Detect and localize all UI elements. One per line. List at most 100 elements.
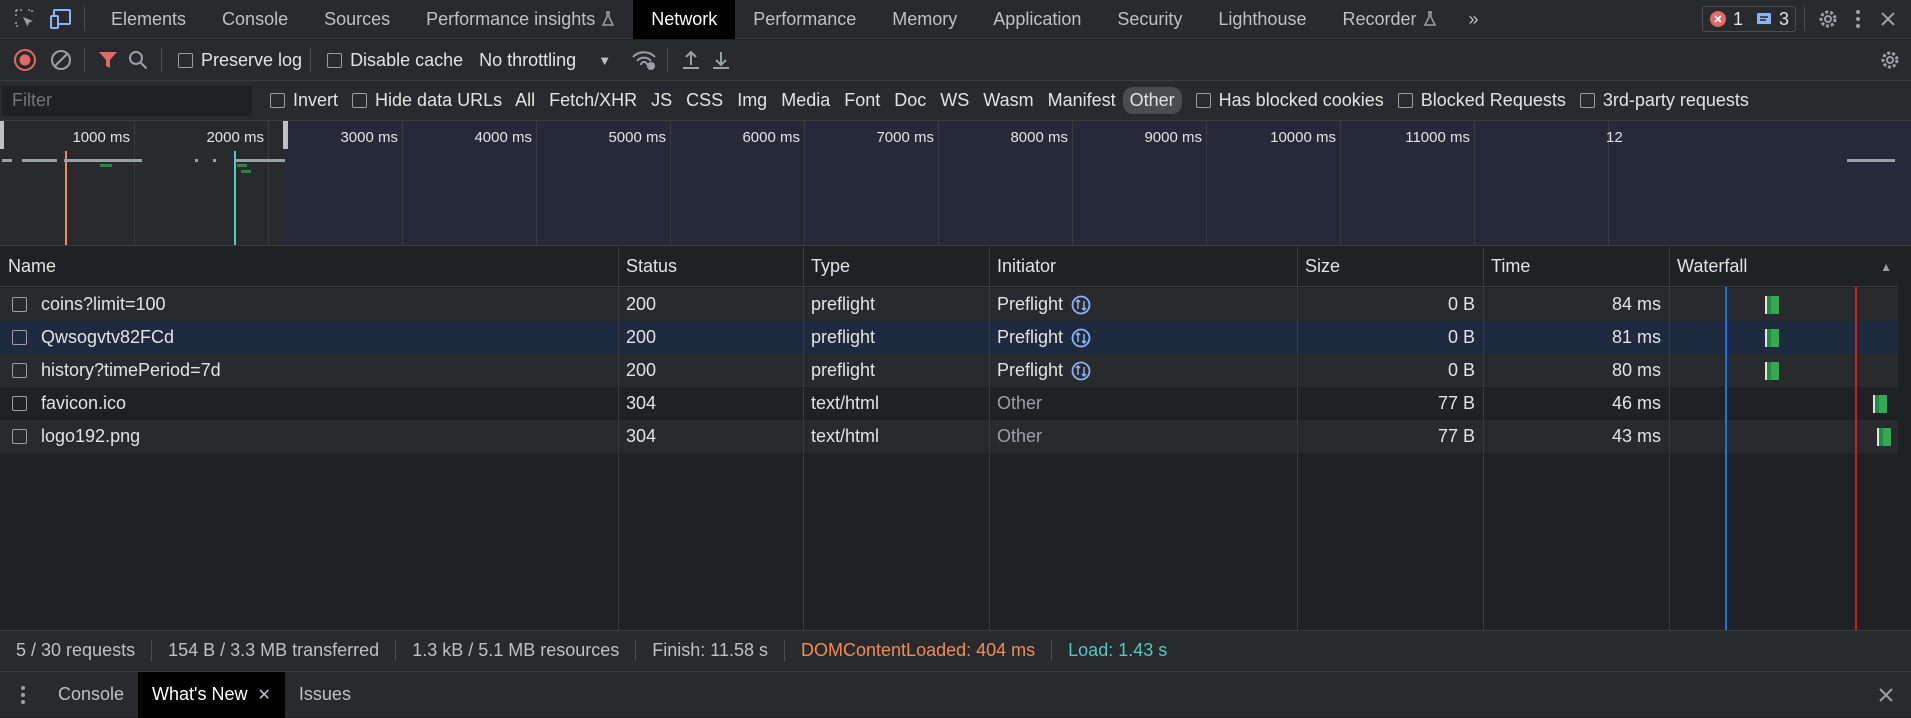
clear-icon[interactable] [46, 45, 76, 75]
overview-request-bar [1847, 159, 1895, 162]
request-name: history?timePeriod=7d [41, 360, 221, 380]
name-cell[interactable]: Qwsogvtv82FCd [0, 321, 618, 354]
column-divider[interactable] [1483, 247, 1484, 630]
column-header-time[interactable]: Time [1483, 247, 1669, 287]
record-stop-icon[interactable] [10, 45, 40, 75]
more-tabs-icon[interactable]: » [1455, 0, 1493, 39]
drawer-menu-icon[interactable] [8, 680, 38, 710]
inspect-element-icon[interactable] [10, 4, 40, 34]
tab-memory[interactable]: Memory [874, 0, 975, 39]
third-party-requests-checkbox[interactable]: 3rd-party requests [1579, 90, 1749, 111]
overview-right-handle[interactable] [283, 121, 288, 149]
column-header-waterfall[interactable]: Waterfall ▲ [1669, 247, 1898, 287]
table-scrollbar-gutter[interactable] [1898, 247, 1911, 630]
filter-type-wasm[interactable]: Wasm [976, 87, 1040, 114]
settings-gear-icon[interactable] [1813, 4, 1843, 34]
table-row[interactable]: coins?limit=100 200 preflight Preflight 0 B 8… [0, 288, 1898, 321]
initiator-cell[interactable]: Preflight [989, 321, 1297, 354]
export-har-download-icon[interactable] [706, 45, 736, 75]
column-header-initiator[interactable]: Initiator [989, 247, 1297, 287]
network-settings-gear-icon[interactable] [1875, 45, 1905, 75]
drawer-tab-console[interactable]: Console [44, 672, 138, 718]
filter-type-css[interactable]: CSS [679, 87, 730, 114]
preserve-log-checkbox[interactable]: Preserve log [178, 50, 302, 71]
tab-sources[interactable]: Sources [306, 0, 408, 39]
filter-input[interactable] [2, 85, 252, 116]
table-row[interactable]: Qwsogvtv82FCd 200 preflight Preflight 0 B 81 … [0, 321, 1898, 354]
blocked-requests-checkbox[interactable]: Blocked Requests [1397, 90, 1566, 111]
import-har-upload-icon[interactable] [676, 45, 706, 75]
divider [161, 48, 162, 72]
network-conditions-wifi-icon[interactable] [629, 45, 659, 75]
column-divider[interactable] [803, 247, 804, 630]
column-header-status[interactable]: Status [618, 247, 803, 287]
tab-performance[interactable]: Performance [735, 0, 874, 39]
blocked-requests-label: Blocked Requests [1420, 90, 1566, 110]
preflight-link-icon[interactable] [1063, 294, 1091, 315]
tab-console[interactable]: Console [204, 0, 306, 39]
filter-type-all[interactable]: All [508, 87, 542, 114]
status-cell: 200 [626, 327, 657, 347]
filter-type-media[interactable]: Media [774, 87, 837, 114]
column-divider[interactable] [989, 247, 990, 630]
time-cell: 81 ms [1611, 327, 1661, 347]
filter-type-font[interactable]: Font [837, 87, 887, 114]
throttling-select[interactable]: No throttling ▼ [479, 50, 611, 71]
tab-elements[interactable]: Elements [93, 0, 204, 39]
overview-left-handle[interactable] [0, 121, 4, 149]
requests-count: 5 / 30 requests [0, 640, 153, 661]
filter-type-fetch-xhr[interactable]: Fetch/XHR [542, 87, 644, 114]
initiator-cell[interactable]: Other [989, 420, 1297, 453]
tab-recorder[interactable]: Recorder [1324, 0, 1454, 39]
close-devtools-icon[interactable] [1873, 4, 1903, 34]
tab-application[interactable]: Application [975, 0, 1099, 39]
name-cell[interactable]: favicon.ico [0, 387, 618, 420]
drawer-tab-issues[interactable]: Issues [285, 672, 365, 718]
device-toolbar-icon[interactable] [46, 4, 76, 34]
hide-data-urls-checkbox[interactable]: Hide data URLs [352, 90, 502, 111]
filter-type-img[interactable]: Img [730, 87, 774, 114]
filter-type-other[interactable]: Other [1122, 87, 1182, 114]
filter-type-ws[interactable]: WS [933, 87, 976, 114]
name-cell[interactable]: history?timePeriod=7d [0, 354, 618, 387]
errors-badge[interactable]: 1 3 [1701, 6, 1796, 32]
preflight-link-icon[interactable] [1063, 327, 1091, 348]
overview-gridline [536, 121, 537, 245]
column-divider[interactable] [1669, 247, 1670, 630]
preflight-link-icon[interactable] [1063, 360, 1091, 381]
column-header-size[interactable]: Size [1297, 247, 1483, 287]
search-icon[interactable] [123, 45, 153, 75]
name-cell[interactable]: coins?limit=100 [0, 288, 618, 321]
table-row[interactable]: favicon.ico 304 text/html Other 77 B 46 ms [0, 387, 1898, 420]
name-cell[interactable]: logo192.png [0, 420, 618, 453]
filter-type-manifest[interactable]: Manifest [1041, 87, 1123, 114]
drawer-tab-what-s-new[interactable]: What's New ✕ [138, 671, 285, 718]
column-divider[interactable] [1297, 247, 1298, 630]
experimental-flask-icon [595, 11, 615, 27]
overview-gridline [1340, 121, 1341, 245]
initiator-cell[interactable]: Other [989, 387, 1297, 420]
tab-performance-insights[interactable]: Performance insights [408, 0, 633, 39]
initiator-cell[interactable]: Preflight [989, 288, 1297, 321]
tab-security[interactable]: Security [1099, 0, 1200, 39]
filter-funnel-icon[interactable] [93, 45, 123, 75]
table-row[interactable]: logo192.png 304 text/html Other 77 B 43 ms [0, 420, 1898, 453]
column-header-name[interactable]: Name [0, 247, 618, 287]
kebab-menu-icon[interactable] [1843, 4, 1873, 34]
column-divider[interactable] [618, 247, 619, 630]
has-blocked-cookies-checkbox[interactable]: Has blocked cookies [1195, 90, 1384, 111]
panel-tabs: Elements Console Sources Performance insigh… [93, 0, 1455, 39]
timeline-overview[interactable]: 1000 ms 2000 ms 3000 ms 4000 ms 5000 ms 6000 … [0, 121, 1911, 246]
disable-cache-checkbox[interactable]: Disable cache [327, 50, 463, 71]
tab-lighthouse[interactable]: Lighthouse [1200, 0, 1324, 39]
initiator-cell[interactable]: Preflight [989, 354, 1297, 387]
invert-checkbox[interactable]: Invert [270, 90, 338, 111]
filter-type-js[interactable]: JS [644, 87, 679, 114]
tab-network[interactable]: Network [633, 0, 736, 39]
filter-type-doc[interactable]: Doc [887, 87, 933, 114]
table-row[interactable]: history?timePeriod=7d 200 preflight Preflig… [0, 354, 1898, 387]
disable-cache-label: Disable cache [350, 49, 464, 70]
close-drawer-icon[interactable] [1871, 680, 1901, 710]
close-tab-icon[interactable]: ✕ [258, 685, 271, 705]
column-header-type[interactable]: Type [803, 247, 989, 287]
